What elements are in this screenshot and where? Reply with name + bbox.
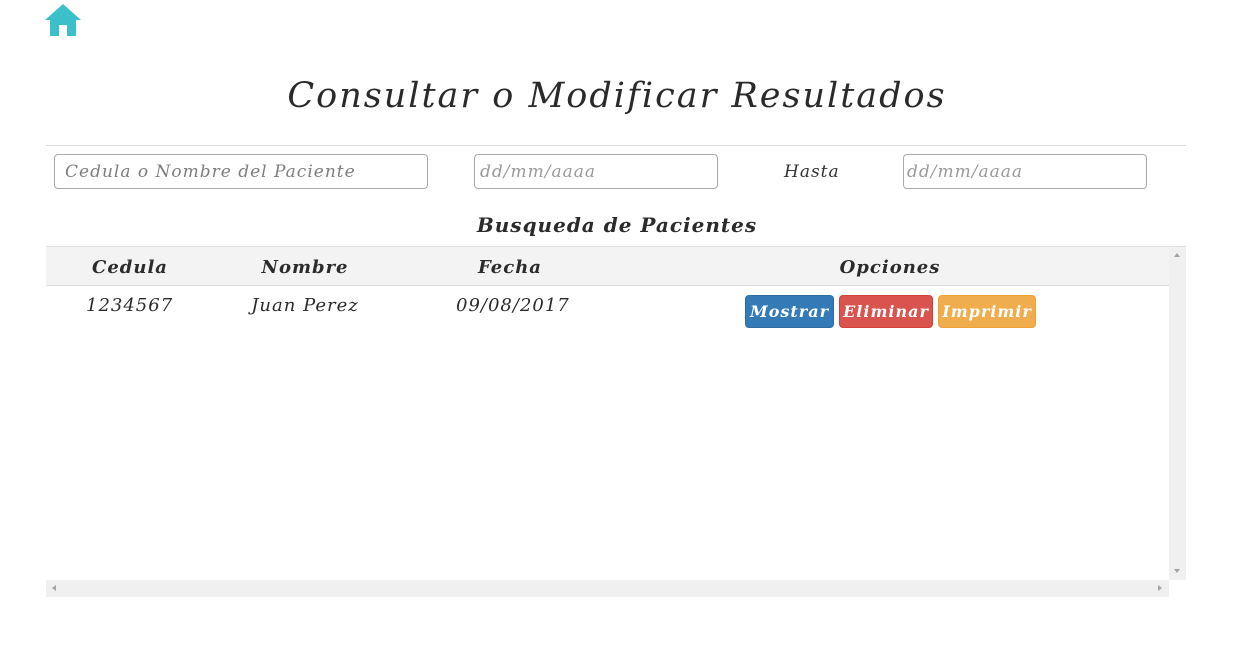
results-table: Cedula Nombre Fecha Opciones 1234567 Jua…: [46, 246, 1186, 597]
table-header: Cedula Nombre Fecha Opciones: [46, 247, 1169, 286]
horizontal-scrollbar[interactable]: [46, 580, 1169, 597]
date-to-field[interactable]: [903, 154, 1147, 189]
scroll-up-icon[interactable]: [1174, 253, 1180, 257]
home-link[interactable]: [44, 3, 82, 37]
cell-nombre: Juan Perez: [251, 295, 359, 316]
home-icon: [45, 4, 81, 36]
vertical-scrollbar[interactable]: [1169, 247, 1186, 580]
scroll-right-icon[interactable]: [1158, 585, 1162, 591]
date-from-field[interactable]: [474, 154, 718, 189]
delete-button[interactable]: Eliminar: [839, 295, 933, 328]
section-title: Busqueda de Pacientes: [476, 213, 758, 237]
show-button[interactable]: Mostrar: [745, 295, 834, 328]
page-title: Consultar o Modificar Resultados: [287, 76, 947, 116]
column-header-cedula: Cedula: [92, 257, 168, 278]
column-header-nombre: Nombre: [261, 257, 349, 278]
column-header-fecha: Fecha: [478, 257, 542, 278]
cell-cedula: 1234567: [86, 295, 174, 316]
patient-search-input[interactable]: [54, 154, 428, 189]
cell-fecha: 09/08/2017: [456, 295, 570, 316]
hasta-label: Hasta: [784, 162, 840, 182]
column-header-opciones: Opciones: [839, 257, 941, 278]
print-button[interactable]: Imprimir: [938, 295, 1036, 328]
divider: [46, 145, 1186, 146]
scroll-left-icon[interactable]: [52, 585, 56, 591]
scroll-down-icon[interactable]: [1174, 569, 1180, 573]
